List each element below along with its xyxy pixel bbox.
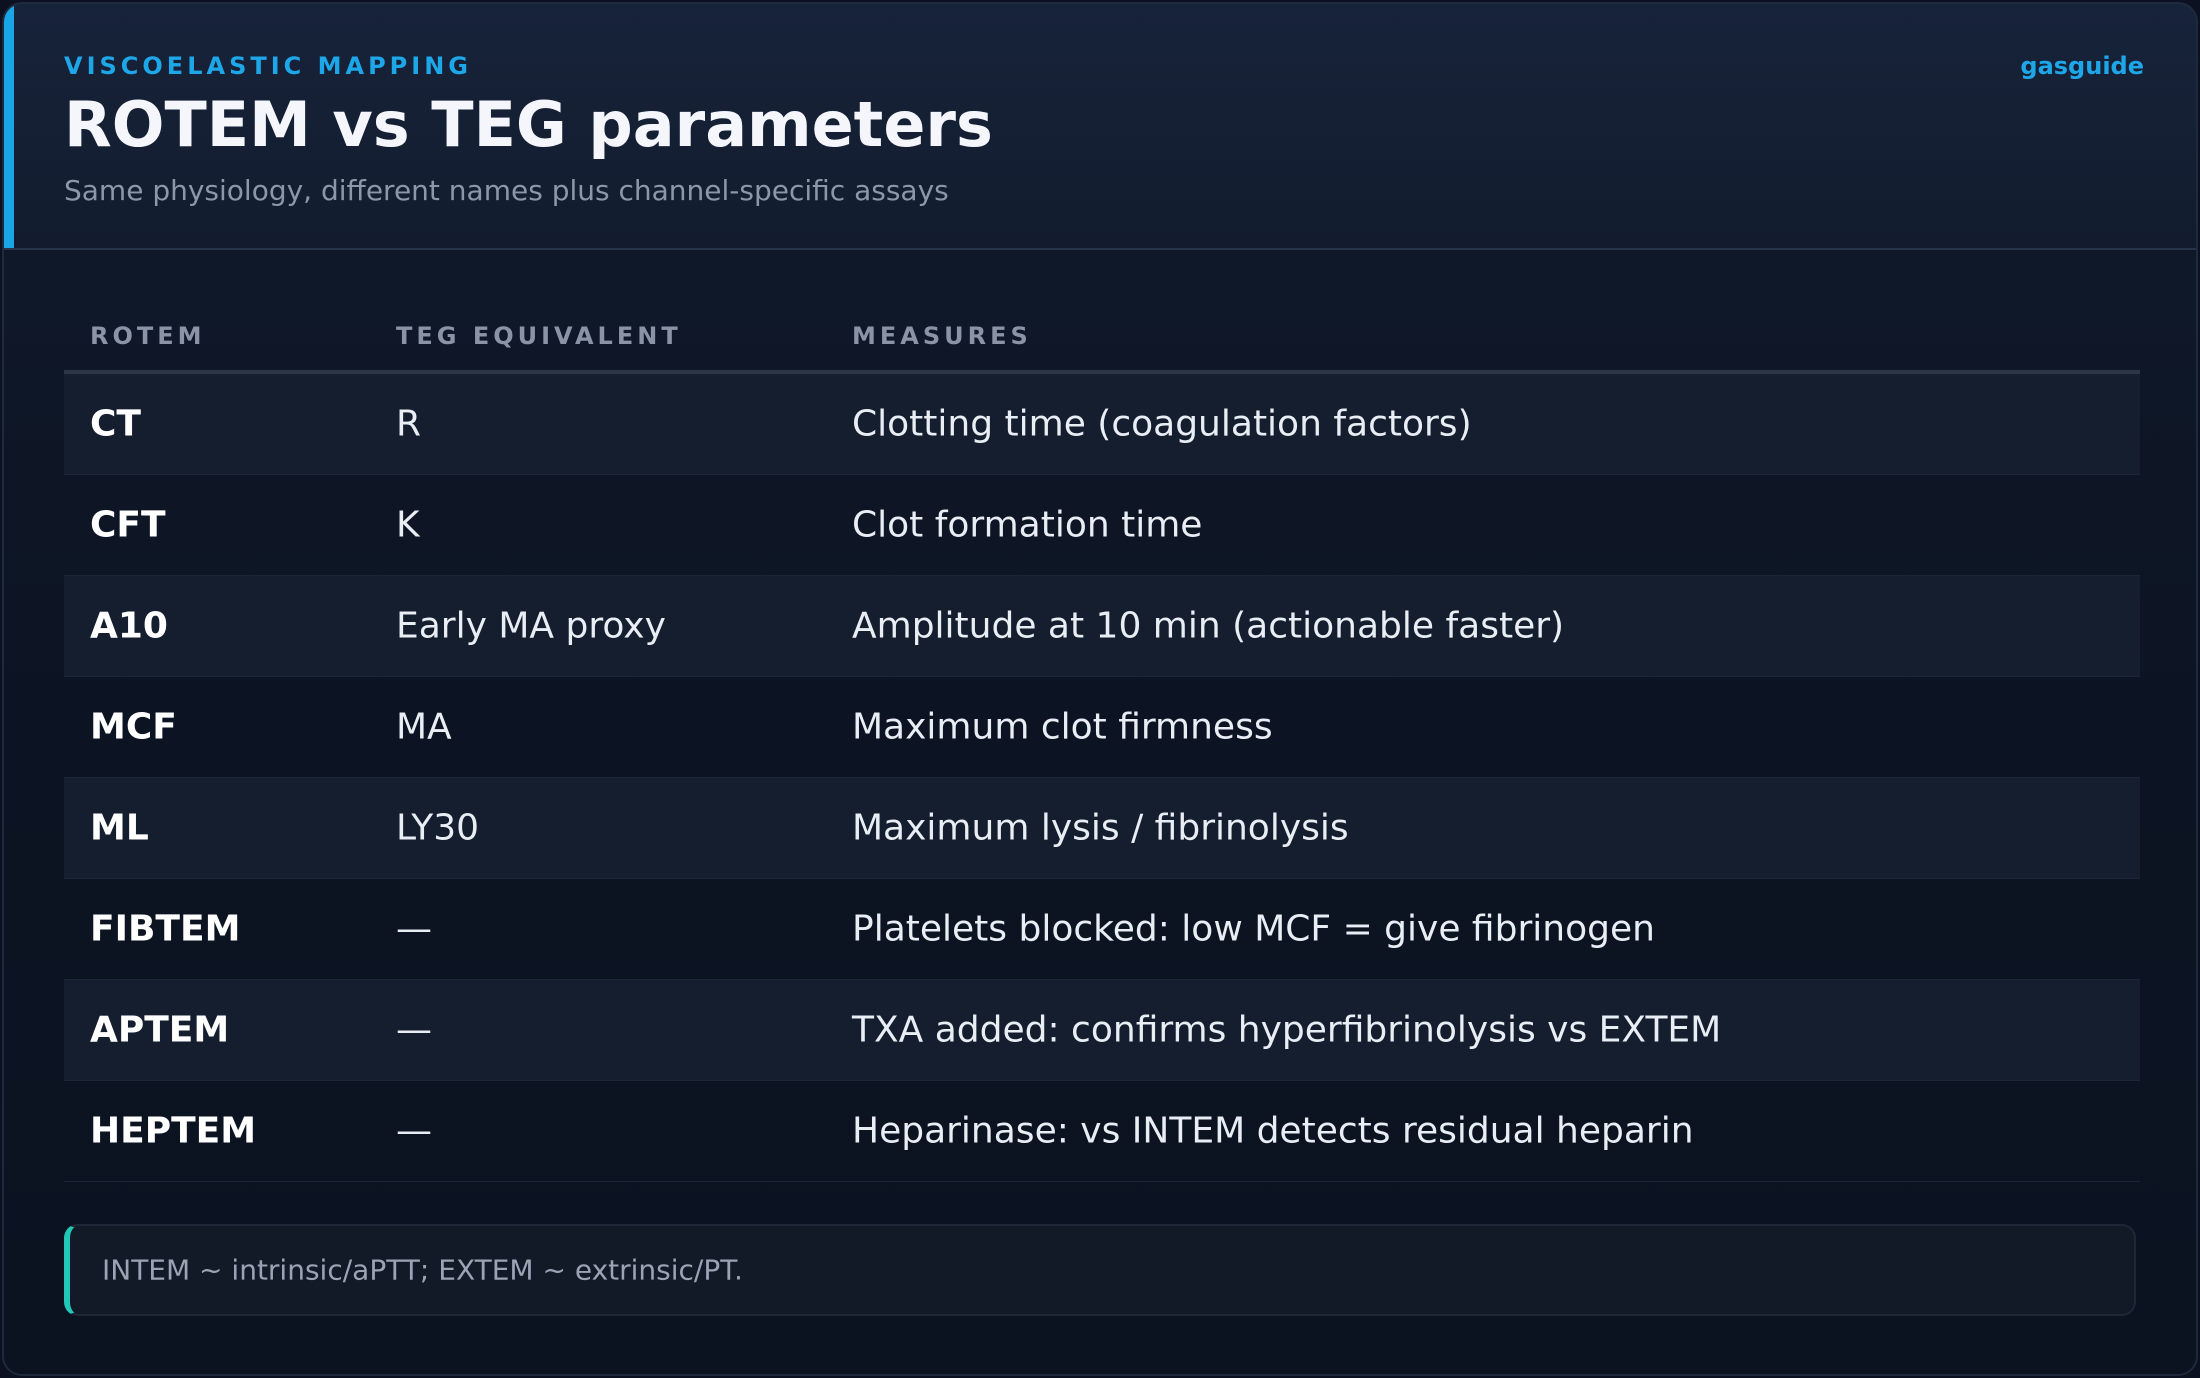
table-row: MCF MA Maximum clot firmness <box>64 677 2140 778</box>
rotem-cell: APTEM <box>90 1009 230 1051</box>
table-row: A10 Early MA proxy Amplitude at 10 min (… <box>64 576 2140 677</box>
measures-cell: TXA added: confirms hyperfibrinolysis vs… <box>852 1009 1722 1051</box>
table-row: CT R Clotting time (coagulation factors) <box>64 374 2140 475</box>
page-subtitle: Same physiology, different names plus ch… <box>64 174 949 207</box>
table-row: HEPTEM — Heparinase: vs INTEM detects re… <box>64 1081 2140 1182</box>
measures-cell: Platelets blocked: low MCF = give fibrin… <box>852 908 1655 950</box>
rotem-cell: A10 <box>90 605 168 647</box>
footnote-callout: INTEM ~ intrinsic/aPTT; EXTEM ~ extrinsi… <box>64 1224 2136 1316</box>
accent-bar <box>4 4 14 248</box>
table-header: ROTEM TEG EQUIVALENT MEASURES <box>64 304 2140 374</box>
teg-cell: K <box>396 504 420 546</box>
measures-cell: Maximum clot firmness <box>852 706 1273 748</box>
table-row: APTEM — TXA added: confirms hyperfibrino… <box>64 980 2140 1081</box>
table-row: ML LY30 Maximum lysis / fibrinolysis <box>64 778 2140 879</box>
teg-cell: MA <box>396 706 452 748</box>
measures-cell: Amplitude at 10 min (actionable faster) <box>852 605 1565 647</box>
measures-cell: Clot formation time <box>852 504 1203 546</box>
rotem-cell: HEPTEM <box>90 1110 257 1152</box>
rotem-cell: MCF <box>90 706 177 748</box>
rotem-cell: FIBTEM <box>90 908 241 950</box>
teg-cell: R <box>396 403 422 445</box>
column-header-measures: MEASURES <box>852 322 1032 350</box>
card: VISCOELASTIC MAPPING gasguide ROTEM vs T… <box>2 2 2198 1376</box>
teg-cell: — <box>396 908 432 950</box>
column-header-rotem: ROTEM <box>90 322 206 350</box>
teg-cell: Early MA proxy <box>396 605 666 647</box>
table-row: CFT K Clot formation time <box>64 475 2140 576</box>
footnote-text: INTEM ~ intrinsic/aPTT; EXTEM ~ extrinsi… <box>102 1253 743 1287</box>
teg-cell: — <box>396 1110 432 1152</box>
table-row: FIBTEM — Platelets blocked: low MCF = gi… <box>64 879 2140 980</box>
column-header-teg: TEG EQUIVALENT <box>396 322 682 350</box>
measures-cell: Heparinase: vs INTEM detects residual he… <box>852 1110 1694 1152</box>
brand-label: gasguide <box>2020 52 2144 80</box>
rotem-cell: CFT <box>90 504 166 546</box>
measures-cell: Clotting time (coagulation factors) <box>852 403 1472 445</box>
rotem-cell: ML <box>90 807 149 849</box>
teg-cell: — <box>396 1009 432 1051</box>
header: VISCOELASTIC MAPPING gasguide ROTEM vs T… <box>4 4 2196 250</box>
rotem-cell: CT <box>90 403 141 445</box>
eyebrow: VISCOELASTIC MAPPING <box>64 52 472 80</box>
teg-cell: LY30 <box>396 807 480 849</box>
measures-cell: Maximum lysis / fibrinolysis <box>852 807 1349 849</box>
parameters-table: ROTEM TEG EQUIVALENT MEASURES CT R Clott… <box>64 304 2140 1182</box>
page-title: ROTEM vs TEG parameters <box>64 88 993 161</box>
